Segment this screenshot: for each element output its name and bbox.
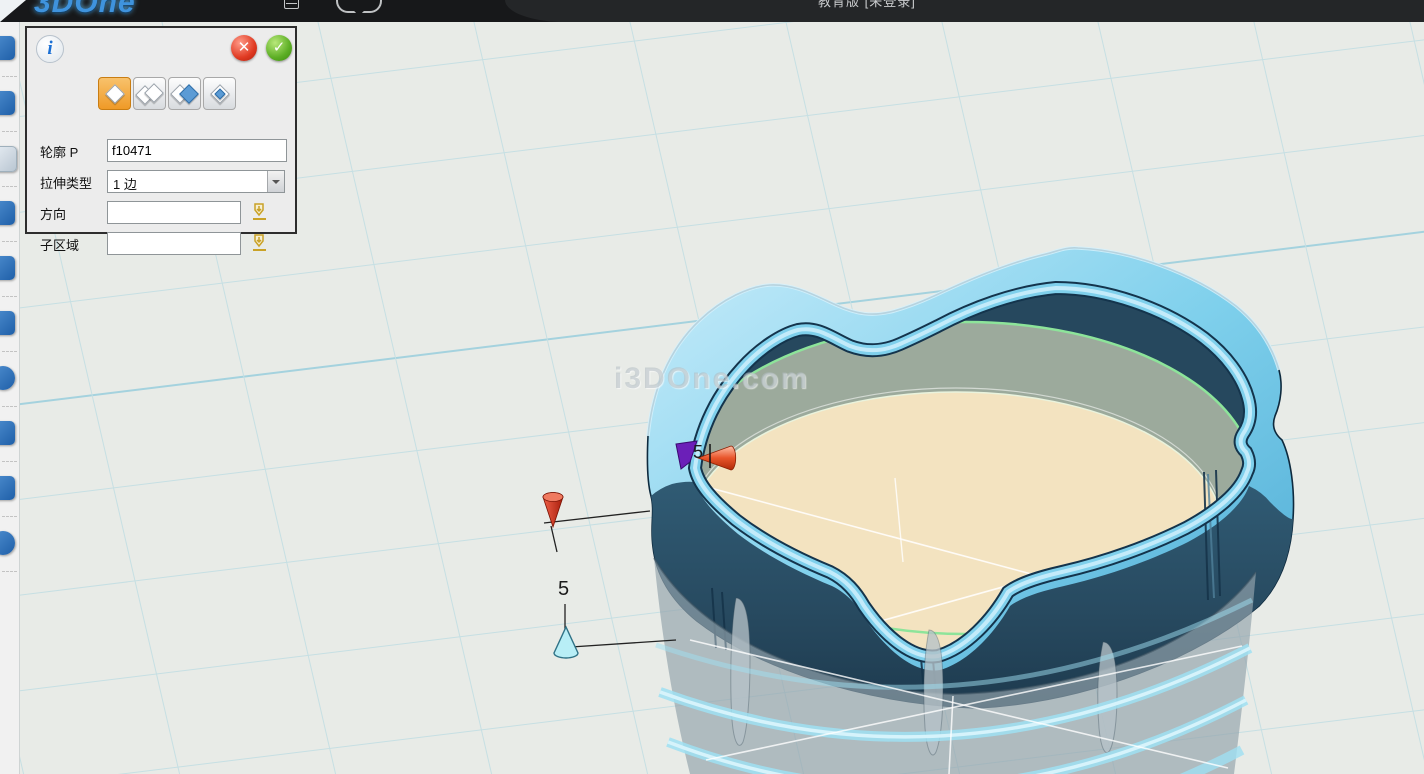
toolbar-sidebar <box>0 22 20 774</box>
sidebar-item-shape-tool-icon[interactable] <box>0 22 19 77</box>
extrude-option-symmetric[interactable] <box>168 77 201 110</box>
titlebar-curve <box>505 0 1424 22</box>
extrude-type-value: 1 边 <box>113 174 137 193</box>
sidebar-item-share-swoosh-icon[interactable] <box>0 407 19 462</box>
sidebar-item-material-sphere-icon[interactable] <box>0 517 19 572</box>
extrude-option-1-side[interactable] <box>98 77 131 110</box>
titlebar: 3DOne 教育版 [未登录] <box>0 0 1424 22</box>
surface-tool-icon <box>0 146 17 172</box>
sketch-edit-icon <box>0 91 15 115</box>
sidebar-item-solid-box-icon[interactable] <box>0 242 19 297</box>
watermark: i3DOne.com <box>614 362 809 396</box>
sidebar-item-diamond-tool-icon[interactable] <box>0 187 19 242</box>
logo-swoosh <box>0 0 26 22</box>
solid-box-icon <box>0 256 15 280</box>
red-cone-top <box>543 493 563 502</box>
subregion-input[interactable] <box>107 232 241 255</box>
extrude-option-to-face[interactable] <box>203 77 236 110</box>
cyan-handle-cone[interactable] <box>554 627 578 658</box>
app-window: { "titlebar": { "logo": "3DOne", "title_… <box>0 0 1424 774</box>
extrude-dialog: i ✕ ✓ 轮廓 P 拉伸类型 <box>25 26 297 234</box>
measure-tool-icon <box>0 366 15 390</box>
extrude-type-select[interactable]: 1 边 <box>107 170 285 193</box>
confirm-button[interactable]: ✓ <box>266 35 292 61</box>
direction-input[interactable] <box>107 201 241 224</box>
extrude-option-buttons <box>98 77 236 110</box>
cancel-button[interactable]: ✕ <box>231 35 257 61</box>
sidebar-item-move-tool-icon[interactable] <box>0 297 19 352</box>
sidebar-item-sketch-edit-icon[interactable] <box>0 77 19 132</box>
sidebar-item-measure-tool-icon[interactable] <box>0 352 19 407</box>
layers-list-icon <box>0 476 15 500</box>
extrude-option-2-sides[interactable] <box>133 77 166 110</box>
chevron-down-icon[interactable] <box>267 171 284 192</box>
extrude-type-label: 拉伸类型 <box>40 173 92 192</box>
handle-value-label[interactable]: 5 <box>693 442 703 463</box>
window-title: 教育版 [未登录] <box>818 0 916 10</box>
diamond-icon <box>105 84 125 104</box>
dimension-value-label: 5 <box>558 578 569 601</box>
move-tool-icon <box>0 311 15 335</box>
profile-input[interactable] <box>107 139 287 162</box>
sidebar-item-layers-list-icon[interactable] <box>0 462 19 517</box>
profile-label: 轮廓 P <box>40 142 78 161</box>
shape-tool-icon <box>0 36 15 60</box>
info-icon[interactable]: i <box>36 35 64 63</box>
direction-label: 方向 <box>40 204 66 223</box>
direction-picker-icon[interactable] <box>250 202 269 223</box>
material-sphere-icon <box>0 531 15 555</box>
subregion-label: 子区域 <box>40 235 79 254</box>
document-grid-icon[interactable] <box>284 0 299 9</box>
sidebar-item-surface-tool-icon[interactable] <box>0 132 19 187</box>
redo-icon[interactable] <box>362 0 382 13</box>
app-logo: 3DOne <box>34 0 136 20</box>
diamond-tool-icon <box>0 201 15 225</box>
undo-icon[interactable] <box>336 0 356 13</box>
share-swoosh-icon <box>0 421 15 445</box>
subregion-picker-icon[interactable] <box>250 233 269 254</box>
